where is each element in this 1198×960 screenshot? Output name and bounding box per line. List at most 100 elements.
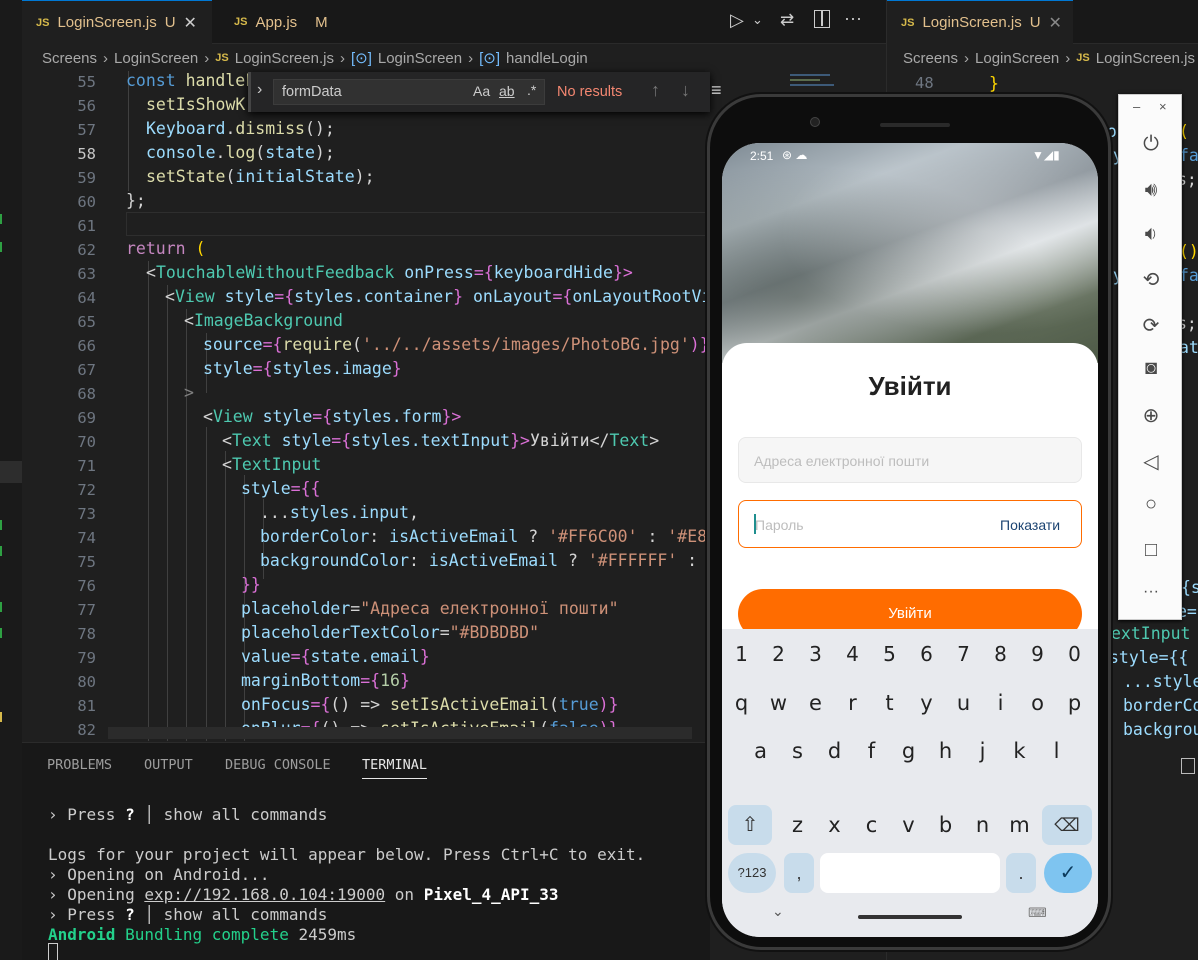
- match-word-toggle[interactable]: ab: [499, 83, 515, 99]
- password-input[interactable]: Пароль Показати: [738, 500, 1082, 548]
- backspace-icon[interactable]: ⌫: [1042, 805, 1092, 845]
- key-o[interactable]: o: [1021, 683, 1054, 723]
- tab-debug-console[interactable]: DEBUG CONSOLE: [225, 757, 331, 773]
- breadcrumb-item[interactable]: handleLogin: [506, 50, 588, 67]
- gesture-bar[interactable]: [858, 915, 962, 919]
- breadcrumb-item[interactable]: LoginScreen: [975, 50, 1059, 67]
- arrow-down-icon[interactable]: ↓: [681, 80, 690, 101]
- more-actions-icon[interactable]: ···: [844, 8, 862, 29]
- key-5[interactable]: 5: [873, 637, 906, 671]
- git-modified-marker: [0, 712, 2, 722]
- key-l[interactable]: l: [1040, 731, 1073, 771]
- space-key[interactable]: [820, 853, 1000, 893]
- line-number: 68: [77, 385, 96, 403]
- key-2[interactable]: 2: [762, 637, 795, 671]
- key-8[interactable]: 8: [984, 637, 1017, 671]
- chevron-right-icon[interactable]: ›: [257, 81, 262, 99]
- code-editor[interactable]: 55 56 57 58 59 60 61 62 63 64 65 66 67 68 69 70 71 72 73 74…: [22, 71, 710, 741]
- key-0[interactable]: 0: [1058, 637, 1091, 671]
- horizontal-scrollbar[interactable]: [108, 727, 692, 739]
- key-s[interactable]: s: [781, 731, 814, 771]
- key-4[interactable]: 4: [836, 637, 869, 671]
- panel-toggle-icon[interactable]: [1181, 758, 1195, 774]
- key-e[interactable]: e: [799, 683, 832, 723]
- find-in-selection-icon[interactable]: ≡: [711, 80, 722, 101]
- key-z[interactable]: z: [781, 805, 814, 845]
- key-f[interactable]: f: [855, 731, 888, 771]
- breadcrumb-item[interactable]: Screens: [42, 50, 97, 67]
- checkmark-icon[interactable]: ✓: [1044, 853, 1092, 893]
- volume-down-icon[interactable]: 🔉︎: [1119, 223, 1183, 246]
- key-n[interactable]: n: [966, 805, 999, 845]
- key-7[interactable]: 7: [947, 637, 980, 671]
- close-icon[interactable]: ✕: [184, 13, 197, 33]
- arrow-up-icon[interactable]: ↑: [651, 80, 660, 101]
- tab-output[interactable]: OUTPUT: [144, 757, 193, 773]
- phone-screen[interactable]: 2:51 ⊛ ☁ ▼◢▮ Увійти Адреса електронної п…: [722, 143, 1098, 937]
- tab-loginscreen-right[interactable]: JS LoginScreen.js U ✕: [887, 0, 1073, 44]
- overview-icon[interactable]: □: [1119, 539, 1183, 562]
- back-icon[interactable]: ◁: [1119, 449, 1183, 474]
- key-3[interactable]: 3: [799, 637, 832, 671]
- power-icon[interactable]: ⏻: [1119, 133, 1183, 156]
- key-m[interactable]: m: [1003, 805, 1036, 845]
- close-icon[interactable]: ✕: [1049, 13, 1062, 33]
- rotate-left-icon[interactable]: ⟲: [1119, 267, 1183, 292]
- key-a[interactable]: a: [744, 731, 777, 771]
- terminal-link[interactable]: exp://192.168.0.104:19000: [144, 885, 385, 904]
- breadcrumb-item[interactable]: LoginScreen: [114, 50, 198, 67]
- key-j[interactable]: j: [966, 731, 999, 771]
- camera-icon[interactable]: ◙: [1119, 357, 1183, 380]
- key-w[interactable]: w: [762, 683, 795, 723]
- show-password-button[interactable]: Показати: [1000, 517, 1060, 533]
- key-c[interactable]: c: [855, 805, 888, 845]
- key-6[interactable]: 6: [910, 637, 943, 671]
- email-placeholder: Адреса електронної пошти: [754, 453, 930, 469]
- volume-up-icon[interactable]: 🔊︎: [1119, 179, 1183, 202]
- match-case-toggle[interactable]: Aa: [473, 83, 490, 99]
- key-u[interactable]: u: [947, 683, 980, 723]
- tab-problems[interactable]: PROBLEMS: [47, 757, 112, 773]
- rotate-right-icon[interactable]: ⟳: [1119, 313, 1183, 338]
- key-h[interactable]: h: [929, 731, 962, 771]
- key-b[interactable]: b: [929, 805, 962, 845]
- key-q[interactable]: q: [725, 683, 758, 723]
- tab-app[interactable]: JS App.js M: [220, 0, 370, 44]
- chevron-down-icon[interactable]: ⌄: [772, 903, 784, 920]
- symbols-key[interactable]: ?123: [728, 853, 776, 893]
- shift-icon[interactable]: ⇧: [728, 805, 772, 845]
- period-key[interactable]: .: [1006, 853, 1036, 893]
- key-k[interactable]: k: [1003, 731, 1036, 771]
- key-x[interactable]: x: [818, 805, 851, 845]
- close-icon[interactable]: ×: [1159, 99, 1167, 114]
- key-g[interactable]: g: [892, 731, 925, 771]
- key-d[interactable]: d: [818, 731, 851, 771]
- key-p[interactable]: p: [1058, 683, 1091, 723]
- tab-loginscreen[interactable]: JS LoginScreen.js U ✕: [22, 0, 212, 44]
- key-t[interactable]: t: [873, 683, 906, 723]
- key-9[interactable]: 9: [1021, 637, 1054, 671]
- key-v[interactable]: v: [892, 805, 925, 845]
- breadcrumb-item[interactable]: Screens: [903, 50, 958, 67]
- breadcrumb-item[interactable]: LoginScreen.js: [1096, 50, 1195, 67]
- soft-keyboard[interactable]: 1234567890 qwertyuiop asdfghjkl zxcvbnm …: [722, 629, 1098, 937]
- key-1[interactable]: 1: [725, 637, 758, 671]
- compare-icon[interactable]: ⇄: [780, 10, 794, 30]
- regex-toggle[interactable]: .*: [527, 82, 536, 98]
- email-input[interactable]: Адреса електронної пошти: [738, 437, 1082, 483]
- key-i[interactable]: i: [984, 683, 1017, 723]
- breadcrumb-item[interactable]: LoginScreen: [378, 50, 462, 67]
- keyboard-icon[interactable]: ⌨: [1028, 905, 1047, 921]
- tab-terminal[interactable]: TERMINAL: [362, 757, 428, 779]
- home-icon[interactable]: ○: [1119, 493, 1183, 516]
- comma-key[interactable]: ,: [784, 853, 814, 893]
- more-icon[interactable]: ···: [1119, 583, 1183, 601]
- minimize-icon[interactable]: –: [1133, 99, 1140, 114]
- split-editor-icon[interactable]: [814, 10, 830, 28]
- chevron-down-icon[interactable]: ⌄: [752, 12, 763, 28]
- breadcrumb-item[interactable]: LoginScreen.js: [235, 50, 334, 67]
- zoom-icon[interactable]: ⊕: [1119, 403, 1183, 428]
- key-r[interactable]: r: [836, 683, 869, 723]
- run-icon[interactable]: ▷: [730, 10, 744, 31]
- key-y[interactable]: y: [910, 683, 943, 723]
